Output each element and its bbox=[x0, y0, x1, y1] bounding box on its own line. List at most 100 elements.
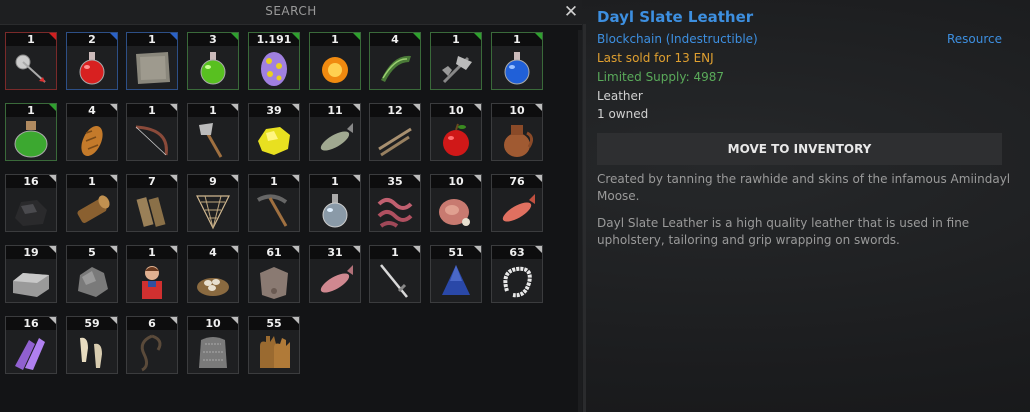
inventory-slot[interactable]: 16 bbox=[5, 174, 57, 232]
rarity-marker bbox=[292, 317, 299, 324]
detail-divider bbox=[583, 24, 586, 412]
search-label: SEARCH bbox=[265, 4, 317, 18]
inventory-slot[interactable]: 1 bbox=[126, 32, 178, 90]
inventory-slot[interactable]: 59 bbox=[66, 316, 118, 374]
net-icon bbox=[191, 190, 235, 230]
inventory-slot[interactable]: 1 bbox=[5, 103, 57, 161]
inventory-slot[interactable]: 63 bbox=[491, 245, 543, 303]
inventory-slot[interactable]: 1.191 bbox=[248, 32, 300, 90]
item-description-detail: Dayl Slate Leather is a high quality lea… bbox=[597, 216, 970, 247]
rarity-marker bbox=[353, 246, 360, 253]
inventory-slot[interactable]: 55 bbox=[248, 316, 300, 374]
inventory-slot[interactable]: 35 bbox=[369, 174, 421, 232]
inventory-slot[interactable]: 51 bbox=[430, 245, 482, 303]
rarity-marker bbox=[231, 246, 238, 253]
inventory-slot[interactable]: 7 bbox=[126, 174, 178, 232]
inventory-slot[interactable]: 5 bbox=[66, 245, 118, 303]
inventory-slot[interactable]: 1 bbox=[369, 245, 421, 303]
rarity-marker bbox=[110, 317, 117, 324]
grid-scrollbar[interactable] bbox=[578, 30, 582, 412]
inventory-slot[interactable]: 10 bbox=[430, 174, 482, 232]
inventory-slot[interactable]: 1 bbox=[126, 103, 178, 161]
red-fish-icon bbox=[495, 190, 539, 230]
inventory-slot[interactable]: 1 bbox=[66, 174, 118, 232]
rarity-marker bbox=[292, 175, 299, 182]
inventory-slot[interactable]: 1 bbox=[5, 32, 57, 90]
inventory-slot[interactable]: 4 bbox=[369, 32, 421, 90]
green-potion-icon bbox=[191, 48, 235, 88]
rarity-marker bbox=[474, 33, 481, 40]
inventory-slot[interactable]: 1 bbox=[126, 245, 178, 303]
egg-icon bbox=[252, 48, 296, 88]
inventory-slot[interactable]: 1 bbox=[187, 103, 239, 161]
inventory-slot[interactable]: 39 bbox=[248, 103, 300, 161]
rarity-marker bbox=[353, 104, 360, 111]
search-bar[interactable]: SEARCH ✕ bbox=[0, 0, 582, 25]
rarity-marker bbox=[49, 317, 56, 324]
rarity-marker bbox=[231, 104, 238, 111]
crystal-icon bbox=[9, 332, 53, 372]
teeth-icon bbox=[70, 332, 114, 372]
rarity-marker bbox=[535, 175, 542, 182]
rarity-marker bbox=[535, 33, 542, 40]
inventory-slot[interactable]: 9 bbox=[187, 174, 239, 232]
rarity-marker bbox=[231, 33, 238, 40]
inventory-slot[interactable]: 4 bbox=[66, 103, 118, 161]
inventory-slot[interactable]: 3 bbox=[187, 32, 239, 90]
rarity-marker bbox=[49, 246, 56, 253]
rarity-marker bbox=[292, 33, 299, 40]
inventory-slot[interactable]: 76 bbox=[491, 174, 543, 232]
inventory-slot[interactable]: 1 bbox=[248, 174, 300, 232]
raw-fish-icon bbox=[313, 261, 357, 301]
parchment-icon bbox=[130, 48, 174, 88]
sword-icon bbox=[373, 261, 417, 301]
inventory-slot[interactable]: 12 bbox=[369, 103, 421, 161]
large-green-potion-icon bbox=[9, 119, 53, 159]
rarity-marker bbox=[353, 175, 360, 182]
inventory-slot[interactable]: 16 bbox=[5, 316, 57, 374]
rarity-marker bbox=[170, 33, 177, 40]
close-button[interactable]: ✕ bbox=[561, 1, 581, 23]
rarity-marker bbox=[413, 246, 420, 253]
item-owned-count: 1 owned bbox=[597, 107, 649, 121]
inventory-slot[interactable]: 1 bbox=[491, 32, 543, 90]
rarity-marker bbox=[49, 33, 56, 40]
rarity-marker bbox=[292, 246, 299, 253]
rarity-marker bbox=[292, 104, 299, 111]
battle-axe-icon bbox=[434, 48, 478, 88]
inventory-slot[interactable]: 1 bbox=[309, 174, 361, 232]
rarity-marker bbox=[413, 33, 420, 40]
inventory-slot[interactable]: 10 bbox=[491, 103, 543, 161]
rarity-marker bbox=[170, 104, 177, 111]
rarity-marker bbox=[474, 246, 481, 253]
inventory-slot[interactable]: 31 bbox=[309, 245, 361, 303]
rarity-marker bbox=[413, 104, 420, 111]
gloves-icon bbox=[252, 332, 296, 372]
orange-potion-icon bbox=[313, 48, 357, 88]
planks-icon bbox=[130, 190, 174, 230]
item-description: Created by tanning the rawhide and skins… bbox=[597, 172, 1011, 203]
rope-icon bbox=[130, 332, 174, 372]
rarity-marker bbox=[413, 175, 420, 182]
leather-hide-icon bbox=[252, 261, 296, 301]
inventory-slot[interactable]: 6 bbox=[126, 316, 178, 374]
inventory-slot[interactable]: 11 bbox=[309, 103, 361, 161]
inventory-slot[interactable]: 1 bbox=[430, 32, 482, 90]
fish-icon bbox=[313, 119, 357, 159]
character-icon bbox=[130, 261, 174, 301]
move-to-inventory-button[interactable]: MOVE TO INVENTORY bbox=[597, 133, 1002, 165]
inventory-slot[interactable]: 1 bbox=[309, 32, 361, 90]
rarity-marker bbox=[49, 104, 56, 111]
inventory-slot[interactable]: 10 bbox=[430, 103, 482, 161]
inventory-slot[interactable]: 61 bbox=[248, 245, 300, 303]
inventory-slot[interactable]: 4 bbox=[187, 245, 239, 303]
inventory-slot[interactable]: 10 bbox=[187, 316, 239, 374]
stone-icon bbox=[70, 261, 114, 301]
rarity-marker bbox=[110, 33, 117, 40]
inventory-slot[interactable]: 2 bbox=[66, 32, 118, 90]
item-panel: SEARCH ✕ 1 2 1 3 1.191 1 4 1 1 1 4 1 1 39 11 12 10 10 16 1 7… bbox=[0, 0, 582, 412]
inventory-slot[interactable]: 19 bbox=[5, 245, 57, 303]
rarity-marker bbox=[231, 175, 238, 182]
rarity-marker bbox=[170, 317, 177, 324]
rarity-marker bbox=[49, 175, 56, 182]
